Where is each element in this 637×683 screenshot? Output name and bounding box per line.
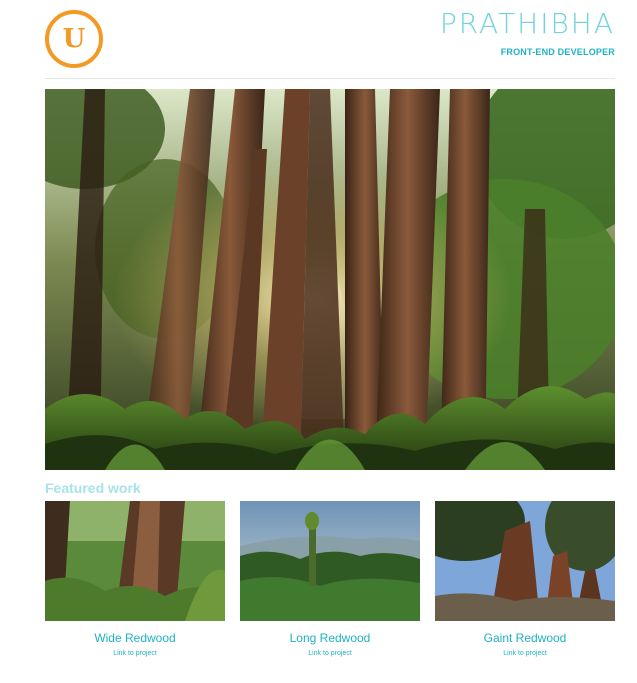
card-link[interactable]: Link to project (45, 650, 225, 657)
site-header: U PRATHIBHA FRONT-END DEVELOPER (0, 0, 637, 80)
long-redwood-thumbnail[interactable] (240, 501, 420, 621)
featured-card-long-redwood[interactable]: Long Redwood Link to project (240, 501, 420, 657)
logo[interactable]: U (45, 10, 103, 68)
card-link[interactable]: Link to project (240, 650, 420, 657)
card-title[interactable]: Wide Redwood (45, 631, 225, 645)
featured-card-gaint-redwood[interactable]: Gaint Redwood Link to project (435, 501, 615, 657)
card-link[interactable]: Link to project (435, 650, 615, 657)
featured-card-wide-redwood[interactable]: Wide Redwood Link to project (45, 501, 225, 657)
featured-heading: Featured work (45, 480, 141, 496)
card-title[interactable]: Long Redwood (240, 631, 420, 645)
header-divider (45, 78, 615, 79)
card-title[interactable]: Gaint Redwood (435, 631, 615, 645)
site-role: FRONT-END DEVELOPER (500, 47, 615, 57)
wide-redwood-thumbnail[interactable] (45, 501, 225, 621)
hero-forest-image (45, 89, 615, 470)
site-name: PRATHIBHA (439, 7, 615, 40)
gaint-redwood-thumbnail[interactable] (435, 501, 615, 621)
logo-letter: U (62, 24, 86, 54)
